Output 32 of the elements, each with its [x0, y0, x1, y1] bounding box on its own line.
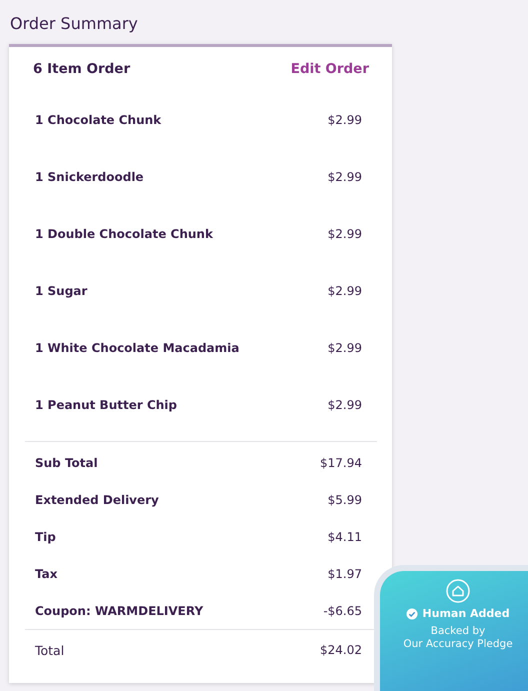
- page-title: Order Summary: [10, 13, 139, 35]
- badge-title-text: Human Added: [422, 607, 510, 620]
- item-price: $2.99: [328, 170, 362, 184]
- item-count-heading: 6 Item Order: [33, 61, 130, 77]
- item-price: $2.99: [328, 340, 362, 354]
- badge-subtitle: Backed by: [430, 625, 486, 638]
- charge-amount: -$6.65: [323, 604, 362, 618]
- edit-order-link[interactable]: Edit Order: [290, 61, 369, 77]
- item-name: 1 White Chocolate Macadamia: [35, 340, 240, 354]
- item-name: 1 Double Chocolate Chunk: [35, 226, 213, 240]
- charge-amount: $1.97: [328, 566, 362, 580]
- item-name: 1 Sugar: [35, 284, 88, 298]
- item-price: $2.99: [328, 112, 362, 126]
- charge-amount: $4.11: [328, 530, 362, 544]
- charge-label: Tip: [35, 530, 56, 544]
- item-price: $2.99: [328, 284, 362, 298]
- badge-subtitle: Our Accuracy Pledge: [403, 638, 513, 651]
- charge-label: Coupon: WARMDELIVERY: [35, 604, 204, 618]
- charge-label: Extended Delivery: [35, 492, 159, 506]
- item-name: 1 Snickerdoodle: [35, 170, 144, 184]
- item-name: 1 Chocolate Chunk: [35, 112, 162, 126]
- item-price: $2.99: [328, 398, 362, 412]
- check-circle-icon: [406, 608, 418, 620]
- item-name: 1 Peanut Butter Chip: [35, 398, 178, 412]
- charge-label: Sub Total: [35, 456, 98, 470]
- charge-label: Tax: [35, 566, 58, 580]
- charge-amount: $5.99: [328, 492, 362, 506]
- home-icon: [446, 579, 470, 603]
- charge-amount: $17.94: [320, 456, 362, 470]
- total-amount: $24.02: [320, 643, 362, 657]
- item-price: $2.99: [328, 226, 362, 240]
- total-label: Total: [35, 642, 64, 658]
